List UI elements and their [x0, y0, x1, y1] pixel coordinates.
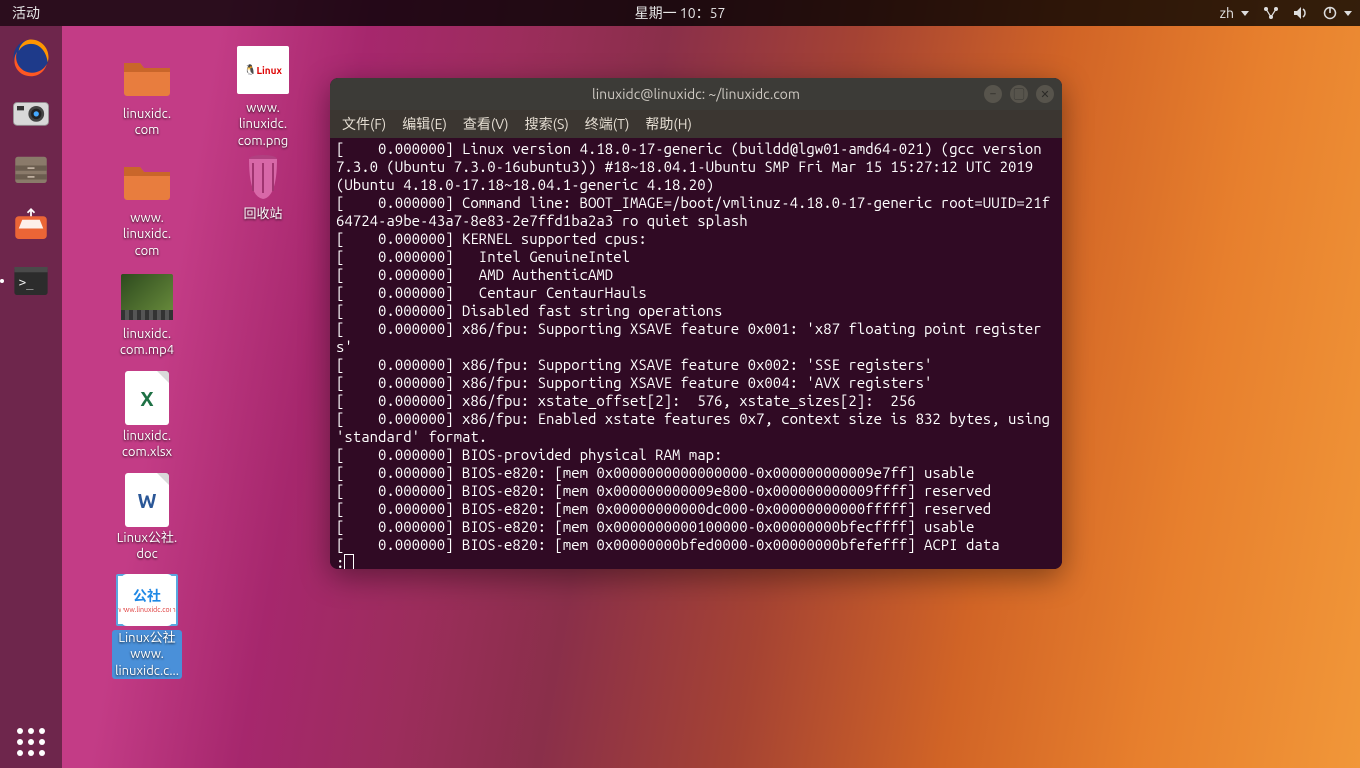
- icon-label: linuxidc. com: [123, 106, 171, 139]
- dock-terminal[interactable]: >_: [6, 256, 56, 306]
- icon-label: Linux公社. doc: [117, 530, 177, 563]
- desktop-folder-linuxidc[interactable]: linuxidc. com: [92, 50, 202, 139]
- network-icon[interactable]: [1263, 6, 1279, 20]
- window-title: linuxidc@linuxidc: ~/linuxidc.com: [592, 86, 800, 102]
- folder-icon: [121, 154, 173, 206]
- desktop-trash[interactable]: 回收站: [208, 150, 318, 222]
- terminal-titlebar[interactable]: linuxidc@linuxidc: ~/linuxidc.com – ▢ ✕: [330, 78, 1062, 110]
- image-icon: 🐧Linux: [237, 44, 289, 96]
- trash-icon: [237, 150, 289, 202]
- dock-firefox[interactable]: [6, 32, 56, 82]
- volume-icon[interactable]: [1293, 6, 1309, 20]
- desktop-folder-www[interactable]: www. linuxidc. com: [92, 154, 202, 259]
- minimize-button[interactable]: –: [984, 85, 1002, 103]
- camera-icon: [10, 92, 52, 134]
- maximize-button[interactable]: ▢: [1010, 85, 1028, 103]
- dock-files[interactable]: [6, 144, 56, 194]
- menu-search[interactable]: 搜索(S): [525, 114, 569, 134]
- top-bar: 活动 星期一 10：57 zh: [0, 0, 1360, 26]
- menu-help[interactable]: 帮助(H): [645, 114, 692, 134]
- menu-file[interactable]: 文件(F): [342, 114, 386, 134]
- image-icon: 公社www.linuxidc.com: [121, 574, 173, 626]
- menu-edit[interactable]: 编辑(E): [402, 114, 447, 134]
- icon-label: linuxidc. com.xlsx: [122, 428, 172, 461]
- terminal-window[interactable]: linuxidc@linuxidc: ~/linuxidc.com – ▢ ✕ …: [330, 78, 1062, 569]
- svg-text:>_: >_: [19, 275, 34, 289]
- folder-icon: [121, 50, 173, 102]
- icon-label: Linux公社 www. linuxidc.c...: [112, 630, 182, 679]
- xlsx-icon: X: [121, 372, 173, 424]
- terminal-menubar: 文件(F) 编辑(E) 查看(V) 搜索(S) 终端(T) 帮助(H): [330, 110, 1062, 138]
- system-tray: zh: [1220, 5, 1352, 21]
- show-applications-button[interactable]: [15, 726, 47, 758]
- activities-button[interactable]: 活动: [0, 3, 52, 23]
- files-icon: [10, 148, 52, 190]
- icon-label: 回收站: [243, 206, 282, 222]
- desktop-png[interactable]: 🐧Linux www. linuxidc. com.png: [208, 44, 318, 149]
- terminal-icon: >_: [10, 260, 52, 302]
- firefox-icon: [10, 36, 52, 78]
- dock-camera[interactable]: [6, 88, 56, 138]
- desktop-publisher-link[interactable]: 公社www.linuxidc.com Linux公社 www. linuxidc…: [92, 574, 202, 679]
- icon-label: www. linuxidc. com: [123, 210, 171, 259]
- terminal-output[interactable]: [ 0.000000] Linux version 4.18.0-17-gene…: [330, 138, 1062, 569]
- software-center-icon: [10, 204, 52, 246]
- dock: >_: [0, 26, 62, 768]
- video-icon: [121, 270, 173, 322]
- desktop-xlsx[interactable]: X linuxidc. com.xlsx: [92, 372, 202, 461]
- power-icon[interactable]: [1323, 6, 1352, 20]
- doc-icon: W: [121, 474, 173, 526]
- icon-label: www. linuxidc. com.png: [238, 100, 289, 149]
- desktop-video[interactable]: linuxidc. com.mp4: [92, 270, 202, 359]
- icon-label: linuxidc. com.mp4: [120, 326, 174, 359]
- menu-view[interactable]: 查看(V): [463, 114, 509, 134]
- dock-software[interactable]: [6, 200, 56, 250]
- desktop-doc[interactable]: W Linux公社. doc: [92, 474, 202, 563]
- menu-terminal[interactable]: 终端(T): [585, 114, 630, 134]
- ime-indicator[interactable]: zh: [1220, 5, 1249, 21]
- close-button[interactable]: ✕: [1036, 85, 1054, 103]
- clock[interactable]: 星期一 10：57: [635, 3, 726, 23]
